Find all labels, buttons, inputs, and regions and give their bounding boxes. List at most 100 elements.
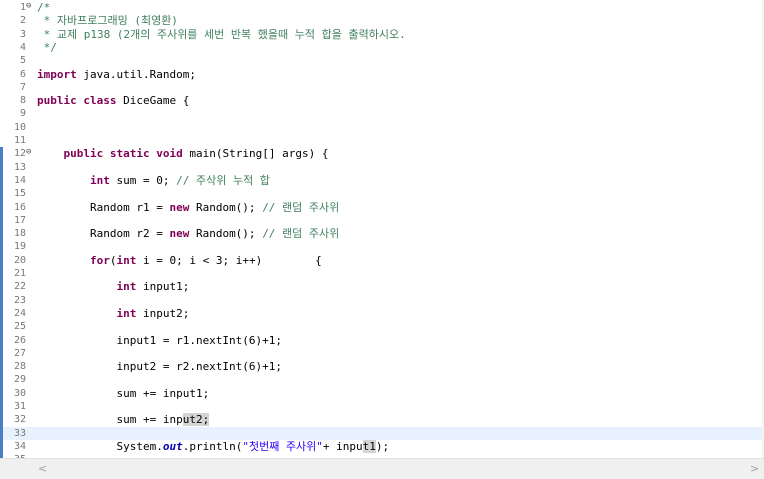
code-keyword: public: [37, 94, 77, 108]
code-token: main(String[] args) {: [182, 147, 329, 161]
code-line[interactable]: 3 * 교제 p138 (2개의 주사위를 세번 반복 했을때 누적 합을 출력…: [0, 28, 764, 41]
code-line[interactable]: 31: [0, 400, 764, 413]
line-number: 11: [13, 135, 26, 146]
code-keyword: int: [116, 306, 137, 320]
line-number: 26: [13, 334, 26, 346]
line-number: 6: [19, 68, 26, 80]
line-number: 28: [13, 361, 26, 373]
code-token: input1;: [136, 280, 190, 294]
code-line[interactable]: 34 System.out.println("첫번째 주사위"+ input1)…: [0, 439, 764, 453]
code-line[interactable]: 29: [0, 373, 764, 386]
line-number: 32: [13, 414, 26, 426]
code-text: input1 = r1.nextInt(6)+1;: [37, 334, 282, 347]
code-line[interactable]: 2 * 자바프로그래밍 (최영환): [0, 14, 764, 27]
code-line[interactable]: 25: [0, 320, 764, 333]
code-line[interactable]: 20 for(int i = 0; i < 3; i++) {: [0, 254, 764, 267]
code-line[interactable]: 32 sum += input2;: [0, 413, 764, 427]
code-token: System.: [37, 439, 163, 453]
code-line[interactable]: 18 Random r2 = new Random(); // 랜덤 주사위: [0, 227, 764, 240]
code-keyword: new: [169, 227, 190, 241]
line-number: 20: [13, 254, 26, 266]
code-comment: // 주삭위 누적 합: [176, 173, 270, 187]
code-line[interactable]: 12 ⊖ public static void main(String[] arg…: [0, 147, 764, 160]
code-line[interactable]: 10: [0, 121, 764, 134]
code-text: int input2;: [37, 307, 189, 320]
code-token: Random r2 =: [37, 227, 170, 241]
code-text: /*: [37, 1, 50, 14]
code-line[interactable]: 6 import java.util.Random;: [0, 68, 764, 81]
line-number: 1: [19, 2, 26, 13]
code-text: int input1;: [37, 280, 189, 293]
code-line[interactable]: 5: [0, 54, 764, 67]
code-token: t1: [362, 439, 376, 453]
line-number: 24: [13, 307, 26, 319]
fold-toggle-icon[interactable]: ⊖: [26, 2, 35, 11]
code-line[interactable]: 14 int sum = 0; // 주삭위 누적 합: [0, 174, 764, 187]
code-line[interactable]: 7: [0, 81, 764, 94]
code-text: */: [37, 41, 57, 54]
scroll-right-icon[interactable]: >: [750, 462, 759, 475]
line-number: 12: [13, 148, 26, 160]
code-text: int sum = 0; // 주삭위 누적 합: [37, 174, 270, 187]
code-line[interactable]: 16 Random r1 = new Random(); // 랜덤 주사위: [0, 201, 764, 214]
code-keyword: int: [89, 173, 110, 187]
code-line[interactable]: 13: [0, 161, 764, 174]
code-text: Random r1 = new Random(); // 랜덤 주사위: [37, 201, 339, 214]
code-line[interactable]: 1 ⊖/*: [0, 1, 764, 14]
code-keyword: int: [116, 253, 137, 267]
code-line[interactable]: 27: [0, 347, 764, 360]
fold-toggle-icon[interactable]: ⊖: [26, 148, 35, 157]
line-number: 29: [13, 374, 26, 386]
line-number: 30: [13, 387, 26, 399]
code-token: );: [375, 439, 390, 453]
code-text: public static void main(String[] args) {: [37, 147, 329, 161]
code-line[interactable]: 4 */: [0, 41, 764, 54]
code-comment: * 자바프로그래밍 (최영환): [37, 14, 178, 28]
code-line[interactable]: 33: [0, 426, 764, 440]
code-line[interactable]: 9: [0, 107, 764, 120]
code-text: * 자바프로그래밍 (최영환): [37, 14, 178, 27]
code-comment: /*: [37, 1, 51, 14]
horizontal-scrollbar[interactable]: < >: [0, 458, 764, 479]
code-line[interactable]: 23: [0, 294, 764, 307]
line-number: 34: [13, 440, 26, 452]
line-number: 5: [19, 55, 26, 67]
line-number: 21: [13, 268, 26, 279]
code-token: .println(: [182, 439, 243, 453]
code-line[interactable]: 22 int input1;: [0, 280, 764, 293]
code-token: Random r1 =: [37, 200, 170, 214]
code-line[interactable]: 15: [0, 187, 764, 200]
code-keyword: import: [37, 67, 77, 81]
code-comment: */: [37, 40, 57, 54]
scroll-left-icon[interactable]: <: [38, 462, 47, 475]
code-line[interactable]: 19: [0, 240, 764, 253]
code-token: DiceGame {: [116, 94, 190, 108]
line-number: 17: [13, 214, 26, 226]
code-line[interactable]: 8 public class DiceGame {: [0, 94, 764, 107]
code-line[interactable]: 28 input2 = r2.nextInt(6)+1;: [0, 360, 764, 373]
code-line[interactable]: 30 sum += input1;: [0, 387, 764, 400]
code-text: public class DiceGame {: [37, 94, 189, 107]
line-number: 3: [19, 28, 26, 40]
line-number: 22: [13, 281, 26, 293]
code-line[interactable]: 26 input1 = r1.nextInt(6)+1;: [0, 334, 764, 347]
code-line[interactable]: 24 int input2;: [0, 307, 764, 320]
line-number: 31: [13, 401, 26, 412]
code-token: out: [162, 439, 183, 453]
code-token: sum += input1;: [37, 386, 210, 400]
line-number: 15: [13, 188, 26, 200]
code-keyword: for: [89, 253, 110, 267]
code-text: input2 = r2.nextInt(6)+1;: [37, 360, 282, 373]
code-text: sum += input2;: [37, 413, 210, 427]
code-token: java.util.Random;: [76, 67, 196, 81]
code-line[interactable]: 21: [0, 267, 764, 280]
code-line[interactable]: 11: [0, 134, 764, 147]
code-token: ut2;: [182, 413, 210, 427]
code-token: sum = 0;: [109, 173, 177, 187]
code-keyword: int: [116, 280, 137, 294]
code-editor[interactable]: 1 ⊖/* 2 * 자바프로그래밍 (최영환) 3 * 교제 p138 (2개의 주사…: [0, 0, 764, 458]
code-line[interactable]: 17: [0, 214, 764, 227]
